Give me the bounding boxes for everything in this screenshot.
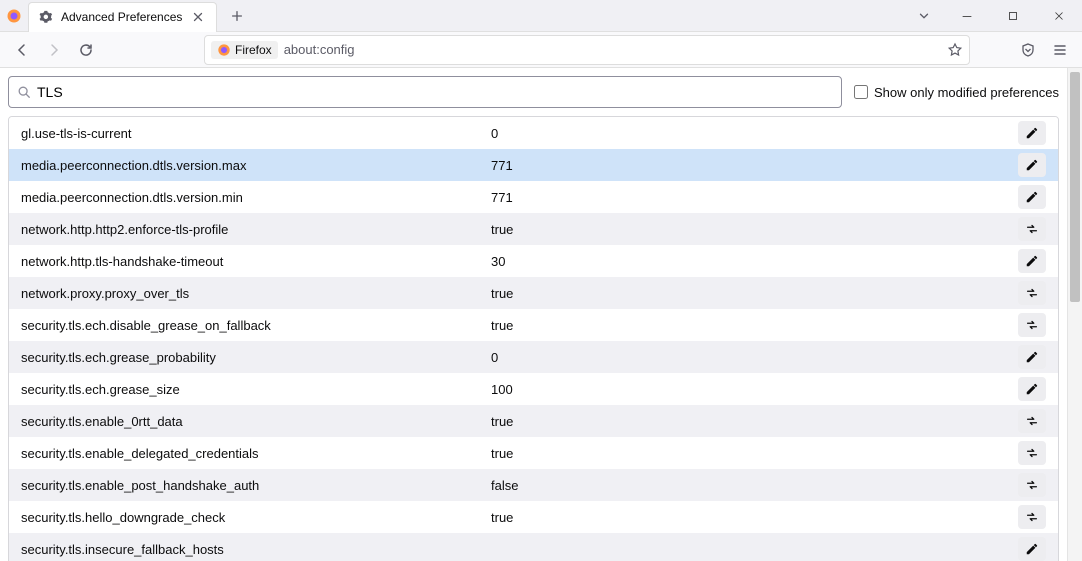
pref-name: network.http.tls-handshake-timeout — [21, 254, 491, 269]
reload-button[interactable] — [72, 36, 100, 64]
identity-label: Firefox — [235, 43, 272, 57]
bookmark-star-icon[interactable] — [947, 42, 963, 58]
pref-name: security.tls.ech.grease_size — [21, 382, 491, 397]
pref-row[interactable]: security.tls.enable_post_handshake_authf… — [9, 469, 1058, 501]
firefox-brand-icon — [0, 0, 28, 32]
pref-name: security.tls.ech.disable_grease_on_fallb… — [21, 318, 491, 333]
pref-value: true — [491, 446, 1018, 461]
scrollbar[interactable] — [1067, 68, 1082, 561]
pref-row[interactable]: network.http.tls-handshake-timeout30 — [9, 245, 1058, 277]
pref-value: 0 — [491, 126, 1018, 141]
pref-edit-button[interactable] — [1018, 153, 1046, 177]
save-to-pocket-button[interactable] — [1014, 36, 1042, 64]
pref-row[interactable]: security.tls.insecure_fallback_hosts — [9, 533, 1058, 561]
pref-row[interactable]: gl.use-tls-is-current0 — [9, 117, 1058, 149]
pref-row[interactable]: security.tls.enable_delegated_credential… — [9, 437, 1058, 469]
pref-value: 771 — [491, 158, 1018, 173]
pref-name: security.tls.enable_0rtt_data — [21, 414, 491, 429]
search-icon — [17, 85, 31, 99]
pref-name: network.http.http2.enforce-tls-profile — [21, 222, 491, 237]
back-button[interactable] — [8, 36, 36, 64]
pref-edit-button[interactable] — [1018, 121, 1046, 145]
forward-button[interactable] — [40, 36, 68, 64]
pref-edit-button[interactable] — [1018, 345, 1046, 369]
pref-name: media.peerconnection.dtls.version.max — [21, 158, 491, 173]
window-maximize-button[interactable] — [990, 0, 1036, 32]
pref-name: security.tls.ech.grease_probability — [21, 350, 491, 365]
pref-search-box[interactable] — [8, 76, 842, 108]
pref-row[interactable]: network.http.http2.enforce-tls-profiletr… — [9, 213, 1058, 245]
prefs-table: gl.use-tls-is-current0media.peerconnecti… — [8, 116, 1059, 561]
pref-value: true — [491, 222, 1018, 237]
pref-value: 771 — [491, 190, 1018, 205]
app-menu-button[interactable] — [1046, 36, 1074, 64]
pref-value: true — [491, 286, 1018, 301]
gear-icon — [39, 10, 53, 24]
pref-name: gl.use-tls-is-current — [21, 126, 491, 141]
pref-toggle-button[interactable] — [1018, 217, 1046, 241]
pref-value: true — [491, 510, 1018, 525]
pref-value: true — [491, 318, 1018, 333]
pref-value: 100 — [491, 382, 1018, 397]
pref-toggle-button[interactable] — [1018, 281, 1046, 305]
browser-tab[interactable]: Advanced Preferences — [28, 2, 217, 32]
pref-toggle-button[interactable] — [1018, 441, 1046, 465]
content-area: Show only modified preferences gl.use-tl… — [0, 68, 1082, 561]
search-row: Show only modified preferences — [8, 76, 1059, 108]
pref-row[interactable]: security.tls.ech.grease_probability0 — [9, 341, 1058, 373]
pref-search-input[interactable] — [37, 84, 833, 100]
pref-value: 0 — [491, 350, 1018, 365]
pref-name: network.proxy.proxy_over_tls — [21, 286, 491, 301]
window-minimize-button[interactable] — [944, 0, 990, 32]
pref-name: security.tls.enable_post_handshake_auth — [21, 478, 491, 493]
pref-value: true — [491, 414, 1018, 429]
pref-toggle-button[interactable] — [1018, 409, 1046, 433]
pref-name: security.tls.hello_downgrade_check — [21, 510, 491, 525]
pref-edit-button[interactable] — [1018, 249, 1046, 273]
show-modified-label: Show only modified preferences — [874, 85, 1059, 100]
identity-box[interactable]: Firefox — [211, 41, 278, 59]
new-tab-button[interactable] — [223, 2, 251, 30]
pref-value: 30 — [491, 254, 1018, 269]
pref-name: media.peerconnection.dtls.version.min — [21, 190, 491, 205]
show-modified-only[interactable]: Show only modified preferences — [854, 85, 1059, 100]
pref-row[interactable]: media.peerconnection.dtls.version.min771 — [9, 181, 1058, 213]
nav-toolbar: Firefox about:config — [0, 32, 1082, 68]
tab-title: Advanced Preferences — [61, 10, 182, 24]
pref-toggle-button[interactable] — [1018, 473, 1046, 497]
url-bar[interactable]: Firefox about:config — [204, 35, 970, 65]
pref-row[interactable]: media.peerconnection.dtls.version.max771 — [9, 149, 1058, 181]
scrollbar-thumb[interactable] — [1070, 72, 1080, 302]
pref-edit-button[interactable] — [1018, 537, 1046, 561]
pref-row[interactable]: network.proxy.proxy_over_tlstrue — [9, 277, 1058, 309]
pref-row[interactable]: security.tls.ech.grease_size100 — [9, 373, 1058, 405]
pref-row[interactable]: security.tls.hello_downgrade_checktrue — [9, 501, 1058, 533]
pref-name: security.tls.enable_delegated_credential… — [21, 446, 491, 461]
window-controls — [944, 0, 1082, 32]
pref-edit-button[interactable] — [1018, 185, 1046, 209]
pref-name: security.tls.insecure_fallback_hosts — [21, 542, 491, 557]
titlebar: Advanced Preferences — [0, 0, 1082, 32]
pref-edit-button[interactable] — [1018, 377, 1046, 401]
pref-row[interactable]: security.tls.enable_0rtt_datatrue — [9, 405, 1058, 437]
tabs-dropdown-button[interactable] — [910, 2, 938, 30]
url-text: about:config — [284, 42, 941, 57]
pref-toggle-button[interactable] — [1018, 313, 1046, 337]
pref-row[interactable]: security.tls.ech.disable_grease_on_fallb… — [9, 309, 1058, 341]
window-close-button[interactable] — [1036, 0, 1082, 32]
show-modified-checkbox[interactable] — [854, 85, 868, 99]
tab-close-button[interactable] — [190, 9, 206, 25]
pref-toggle-button[interactable] — [1018, 505, 1046, 529]
pref-value: false — [491, 478, 1018, 493]
